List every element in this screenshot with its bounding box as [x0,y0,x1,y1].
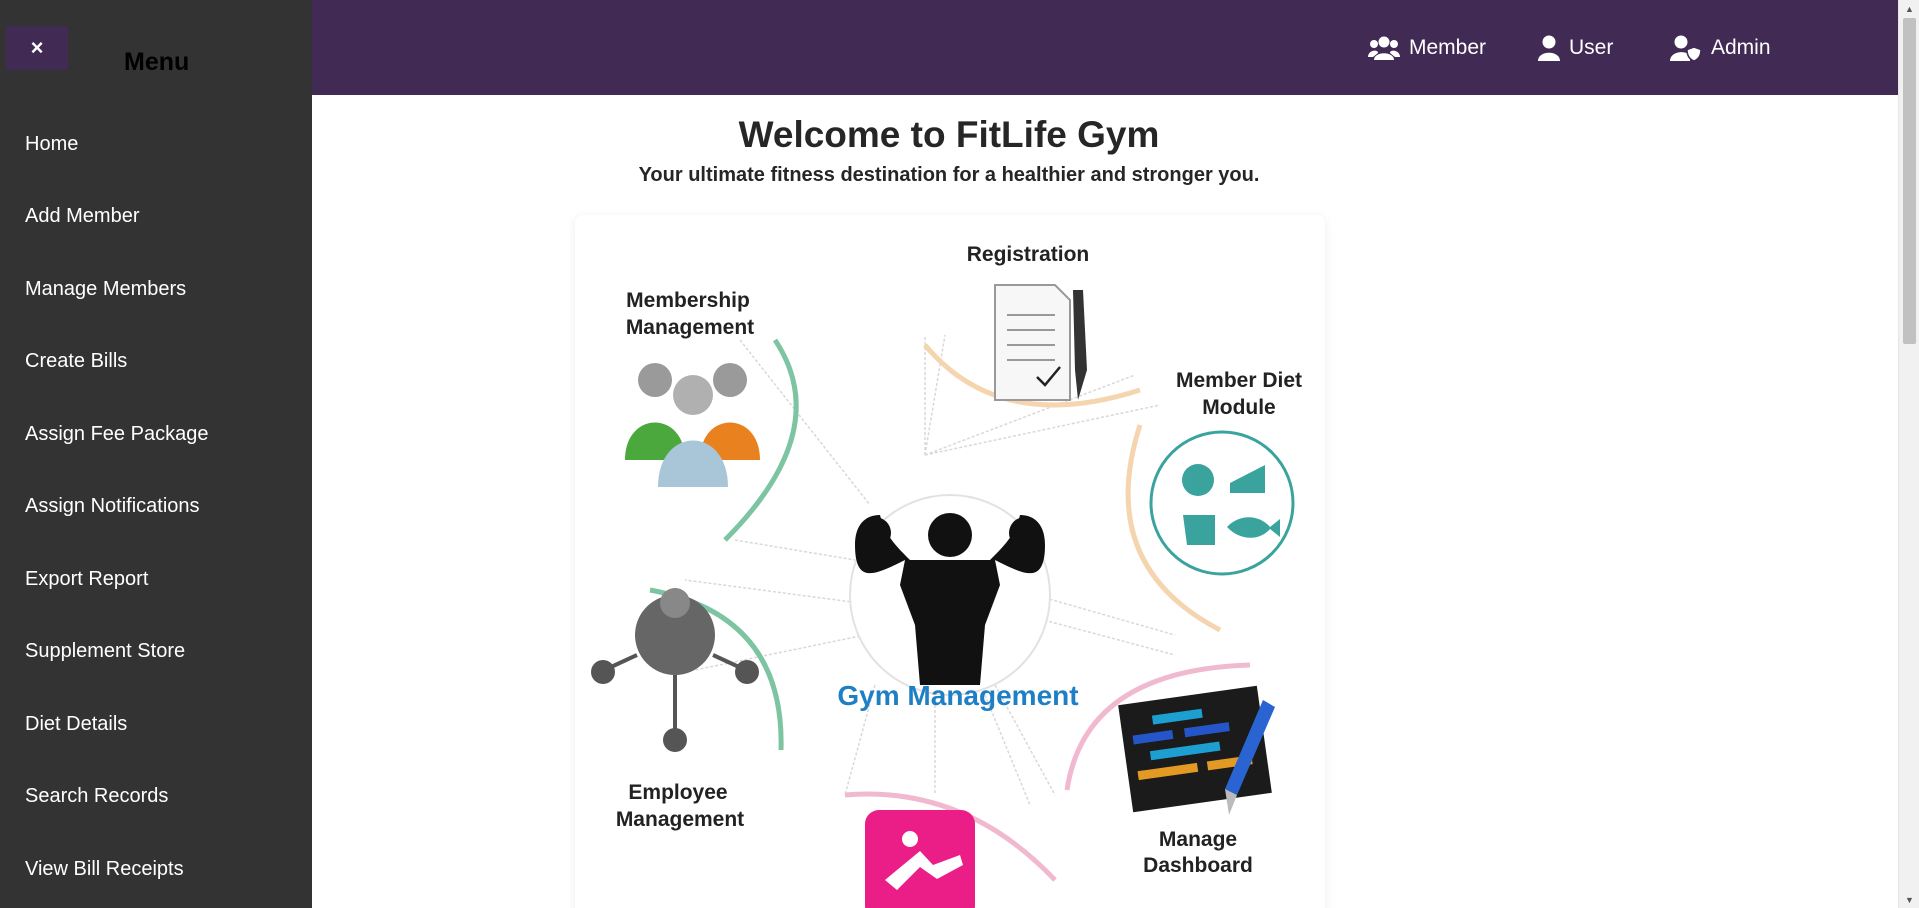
sidebar-item-create-bills[interactable]: Create Bills [0,326,312,399]
gym-management-diagram: Gym Management Registration Membership M… [575,215,1325,908]
sidebar-item-export-report[interactable]: Export Report [0,543,312,616]
sidebar-item-diet-details[interactable]: Diet Details [0,688,312,761]
page-title: Welcome to FitLife Gym [738,114,1160,155]
diagram-center-label: Gym Management [837,680,1078,711]
scroll-up-arrow-icon[interactable]: ▲ [1899,0,1919,17]
diagram-employee-label-line2: Management [616,808,744,831]
user-icon [1538,35,1560,61]
sidebar-item-view-bill-receipts[interactable]: View Bill Receipts [0,833,312,906]
top-navbar: Member User Admin [312,0,1898,95]
members-group-icon [625,363,760,487]
diagram-dashboard-label-line1: Manage [1159,828,1237,851]
user-nav-link[interactable]: User [1538,0,1613,95]
sidebar-item-assign-fee-package[interactable]: Assign Fee Package [0,398,312,471]
workout-app-icon [865,810,975,908]
diagram-diet-label-line1: Member Diet [1176,369,1302,392]
diagram-diet-label-line2: Module [1202,396,1276,419]
admin-nav-label: Admin [1711,35,1771,59]
diagram-membership-label-line1: Membership [626,289,750,312]
sidebar: × Menu Home Add Member Manage Members Cr… [0,0,312,908]
sidebar-item-add-member[interactable]: Add Member [0,181,312,254]
scroll-thumb[interactable] [1903,18,1916,344]
sidebar-item-manage-members[interactable]: Manage Members [0,253,312,326]
diagram-registration-label: Registration [967,243,1090,266]
diagram-membership-label-line2: Management [626,316,754,339]
user-nav-label: User [1569,35,1614,59]
diet-food-icon [1149,430,1295,576]
users-icon [1368,36,1400,60]
diagram-dashboard-label-line2: Dashboard [1143,854,1253,877]
registration-document-icon [994,284,1087,401]
admin-nav-link[interactable]: Admin [1670,0,1771,95]
sidebar-item-home[interactable]: Home [0,108,312,181]
sidebar-item-supplement-store[interactable]: Supplement Store [0,616,312,689]
menu-title: Menu [124,48,190,76]
sidebar-menu: Home Add Member Manage Members Create Bi… [0,108,312,906]
vertical-scrollbar[interactable]: ▲ ▼ [1898,0,1919,908]
employee-hierarchy-icon [591,588,759,752]
member-nav-link[interactable]: Member [1368,0,1486,95]
page-subtitle: Your ultimate fitness destination for a … [638,164,1260,186]
user-shield-icon [1670,35,1702,61]
member-nav-label: Member [1409,35,1487,59]
scroll-down-arrow-icon[interactable]: ▼ [1899,891,1919,908]
sidebar-item-search-records[interactable]: Search Records [0,761,312,834]
diagram-employee-label-line1: Employee [628,781,727,804]
close-menu-button[interactable]: × [6,26,68,70]
main-content: Welcome to FitLife Gym Your ultimate fit… [312,95,1898,908]
sidebar-item-assign-notifications[interactable]: Assign Notifications [0,471,312,544]
dashboard-chart-icon [1118,685,1275,815]
